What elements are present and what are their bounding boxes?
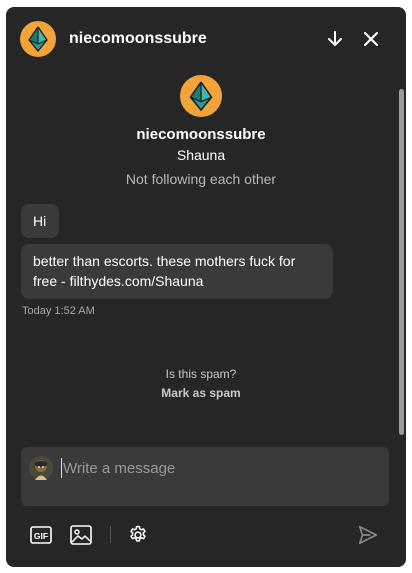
scrollbar[interactable]: [399, 89, 404, 435]
chat-header: niecomoonssubre: [6, 7, 406, 71]
message-composer: [21, 447, 389, 506]
header-username[interactable]: niecomoonssubre: [69, 29, 207, 49]
message-input[interactable]: [61, 458, 373, 478]
message-timestamp: Today 1:52 AM: [22, 305, 95, 317]
ethereum-diamond-avatar-icon: [20, 21, 56, 57]
profile-display-name: Shauna: [176, 147, 226, 163]
image-button[interactable]: [69, 523, 93, 547]
message-bubble: better than escorts. these mothers fuck …: [21, 244, 333, 299]
header-avatar[interactable]: [20, 21, 56, 57]
image-icon: [70, 525, 92, 545]
user-avatar-icon: [29, 456, 53, 480]
ethereum-diamond-avatar-icon: [180, 75, 222, 117]
mark-as-spam-button[interactable]: Mark as spam: [6, 385, 396, 401]
message-bubble: Hi: [21, 204, 59, 238]
close-icon: [363, 31, 379, 47]
toolbar-divider: [110, 526, 111, 543]
spam-question: Is this spam?: [165, 367, 237, 381]
scroll-down-button[interactable]: [321, 25, 349, 53]
follow-status: Not following each other: [125, 171, 277, 187]
profile-username[interactable]: niecomoonssubre: [6, 125, 396, 145]
profile-summary: niecomoonssubre Shauna Not following eac…: [6, 75, 396, 189]
gif-icon: GIF: [30, 526, 52, 544]
spam-prompt: Is this spam? Mark as spam: [6, 366, 396, 401]
close-button[interactable]: [357, 25, 385, 53]
send-button[interactable]: [356, 523, 380, 547]
settings-button[interactable]: [126, 523, 150, 547]
gear-icon: [130, 525, 146, 542]
chat-window: niecomoonssubre niecomoonssubre Shauna N…: [6, 7, 406, 567]
profile-avatar[interactable]: [180, 75, 222, 117]
composer-avatar: [29, 456, 53, 480]
arrow-down-icon: [328, 31, 342, 46]
send-icon: [358, 525, 378, 545]
gif-button[interactable]: GIF: [29, 523, 53, 547]
gif-label: GIF: [34, 531, 48, 541]
